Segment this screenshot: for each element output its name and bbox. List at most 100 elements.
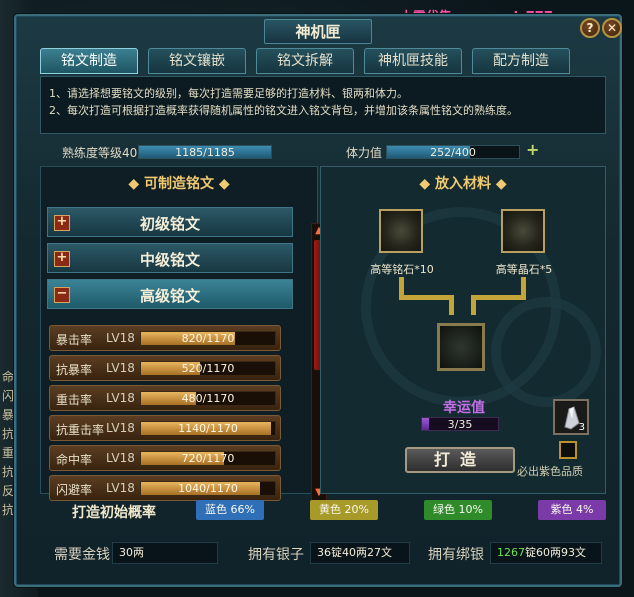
rune-progress-value: 520/1170 [181,362,235,375]
material-slot-crystal[interactable] [501,209,545,253]
luck-bar: 3/35 [421,417,499,431]
probability-pill: 绿色 10% [424,500,492,520]
rune-level: LV18 [106,331,135,345]
tab-rune-craft[interactable]: 铭文制造 [40,48,138,74]
materials-title: ◆ 放入材料 ◆ [419,176,507,192]
rune-progress-bar: 1040/1170 [140,481,276,496]
luck-label: 幸运值 [443,400,485,416]
probability-pill: 蓝色 66% [196,500,264,520]
rune-level: LV18 [106,361,135,375]
bound-silver-amount: 1267 [497,546,525,559]
purple-crystal-slot[interactable]: 3 [553,399,589,435]
material-slot-rune-stone[interactable] [379,209,423,253]
rune-level: LV18 [106,451,135,465]
category-middle-runes[interactable]: + 中级铭文 [47,243,293,273]
proficiency-value: 1185/1185 [175,146,235,159]
rune-level: LV18 [106,391,135,405]
rune-level: LV18 [106,481,135,495]
instruction-line-2: 2、每次打造可根据打造概率获得随机属性的铭文进入铭文背包，并增加该条属性铭文的熟… [49,104,518,117]
background-side-char: 闪 [2,389,15,403]
category-label: 初级铭文 [139,215,200,233]
rune-name: 重击率 [56,393,93,407]
pipe-decoration [471,295,526,300]
instruction-line-1: 1、请选择想要铭文的级别，每次打造需要足够的打造材料、银两和体力。 [49,87,408,100]
probability-pill: 黄色 20% [310,500,378,520]
stamina-value: 252/400 [430,146,476,159]
tab-bar: 铭文制造 铭文镶嵌 铭文拆解 神机匣技能 配方制造 [40,48,570,74]
silver-label: 拥有银子 [248,547,304,563]
background-side-char: 抗 [2,503,15,517]
proficiency-bar: 1185/1185 [138,145,272,159]
rune-row[interactable]: 命中率 LV18 720/1170 [49,445,281,471]
tab-box-skills[interactable]: 神机匣技能 [364,48,462,74]
tab-recipe-craft[interactable]: 配方制造 [472,48,570,74]
rune-progress-value: 720/1170 [181,452,235,465]
rune-name: 抗暴率 [56,363,93,377]
rune-name: 命中率 [56,453,93,467]
rune-name: 闪避率 [56,483,93,497]
material-1-label: 高等铭石*10 [370,263,434,276]
crystal-count: 3 [578,422,585,433]
category-label: 中级铭文 [139,251,200,269]
luck-value: 3/35 [447,418,473,431]
guarantee-purple-checkbox[interactable] [559,441,577,459]
help-button[interactable]: ? [580,18,600,38]
rune-progress-value: 1040/1170 [178,482,238,495]
rune-row[interactable]: 闪避率 LV18 1040/1170 [49,475,281,501]
rune-progress-value: 1140/1170 [178,422,238,435]
title-bar[interactable]: 神机匣 [16,16,620,44]
rune-progress-value: 480/1170 [181,392,235,405]
window-title: 神机匣 [264,19,372,44]
rune-row[interactable]: 抗重击率 LV18 1140/1170 [49,415,281,441]
gear-decoration-icon [491,297,601,407]
background-side-char: 重 [2,446,15,460]
rune-stone-icon [387,217,415,245]
rune-progress-bar: 520/1170 [140,361,276,376]
pipe-decoration [449,295,454,315]
craftable-runes-panel: ◆ 可制造铭文 ◆ + 初级铭文 + 中级铭文 − 高级铭文 暴击率 LV18 82… [40,166,327,501]
background-side-char: 抗 [2,427,15,441]
guarantee-purple-label: 必出紫色品质 [517,465,583,478]
shenjixia-window: 神机匣 ? ✕ 铭文制造 铭文镶嵌 铭文拆解 神机匣技能 配方制造 1、请选择想… [14,14,622,587]
crystal-stone-icon [509,217,537,245]
stamina-label: 体力值 [346,146,383,160]
background-side-char: 抗 [2,465,15,479]
material-2-label: 高等晶石*5 [495,263,553,276]
probability-pill: 紫色 4% [538,500,606,520]
close-button[interactable]: ✕ [602,18,622,38]
materials-panel: ◆ 放入材料 ◆ 高等铭石*10 高等晶石*5 幸运值 3/35 打造 3 必出… [320,166,606,494]
bound-silver-value: 1267锭60两93文 [490,542,602,564]
rune-progress-bar: 720/1170 [140,451,276,466]
cost-value: 30两 [112,542,218,564]
rune-name: 暴击率 [56,333,93,347]
result-slot[interactable] [437,323,485,371]
proficiency-label: 熟练度等级40 [62,146,138,160]
bound-silver-rest: 锭60两93文 [525,546,586,559]
silver-value: 36锭40两27文 [310,542,410,564]
category-basic-runes[interactable]: + 初级铭文 [47,207,293,237]
category-label: 高级铭文 [139,287,200,305]
background-side-char: 暴 [2,408,15,422]
pipe-decoration [471,295,476,315]
stamina-bar: 252/400 [386,145,520,159]
cost-label: 需要金钱 [54,547,110,563]
background-side-char: 命 [2,370,15,384]
craftable-runes-title: ◆ 可制造铭文 ◆ [128,176,230,192]
craft-button[interactable]: 打造 [405,447,515,473]
initial-probability-label: 打造初始概率 [72,505,156,521]
rune-row[interactable]: 暴击率 LV18 820/1170 [49,325,281,351]
instructions-box: 1、请选择想要铭文的级别，每次打造需要足够的打造材料、银两和体力。 2、每次打造… [40,76,606,134]
rune-name: 抗重击率 [56,423,105,437]
bound-silver-label: 拥有绑银 [428,547,484,563]
rune-level: LV18 [106,421,135,435]
background-side-char: 反 [2,484,15,498]
rune-progress-bar: 1140/1170 [140,421,276,436]
rune-progress-value: 820/1170 [181,332,235,345]
add-stamina-button[interactable]: + [526,140,539,159]
tab-rune-dismantle[interactable]: 铭文拆解 [256,48,354,74]
tab-rune-inlay[interactable]: 铭文镶嵌 [148,48,246,74]
rune-row[interactable]: 重击率 LV18 480/1170 [49,385,281,411]
category-advanced-runes[interactable]: − 高级铭文 [47,279,293,309]
rune-row[interactable]: 抗暴率 LV18 520/1170 [49,355,281,381]
rune-progress-bar: 820/1170 [140,331,276,346]
